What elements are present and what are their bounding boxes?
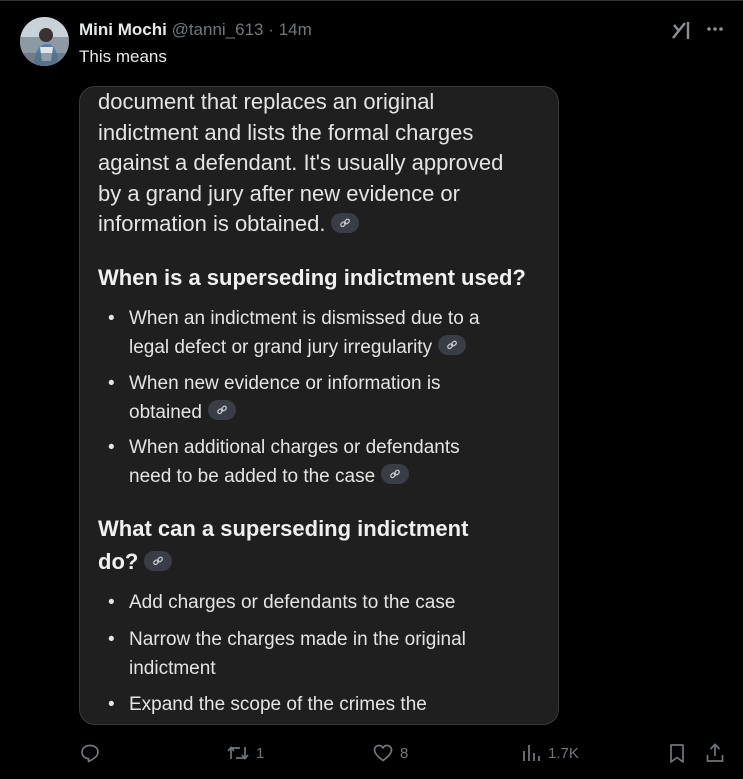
bookmark-icon xyxy=(670,744,684,763)
list-item-line: obtained xyxy=(129,401,202,423)
timestamp[interactable]: 14m xyxy=(279,20,312,39)
heading-line: What can a superseding indictment xyxy=(98,516,469,541)
views-count: 1.7K xyxy=(548,744,579,762)
reply-button[interactable] xyxy=(79,738,107,768)
link-chip-icon xyxy=(331,213,360,234)
retweet-count: 1 xyxy=(256,744,265,762)
link-chip-icon xyxy=(438,335,467,356)
reply-icon xyxy=(81,744,99,763)
paragraph: document that replaces an original indic… xyxy=(98,87,543,240)
retweet-icon xyxy=(227,746,249,760)
like-button[interactable]: 8 xyxy=(372,738,408,768)
more-icon[interactable] xyxy=(704,18,726,40)
list-item-line: need to be added to the case xyxy=(129,465,376,487)
heading-when-used: When is a superseding indictment used? xyxy=(98,265,526,290)
list-item-line: Narrow the charges made in the original xyxy=(129,629,466,650)
views-button[interactable]: 1.7K xyxy=(520,738,579,768)
bullet: • xyxy=(108,694,115,715)
tweet-text: This means xyxy=(79,47,167,66)
heading-what-can-do: What can a superseding indictment do? xyxy=(98,512,543,578)
tweet-header: Mini Mochi @tanni_613 · 14m xyxy=(79,20,312,40)
grok-icon[interactable] xyxy=(670,19,692,41)
bullet: • xyxy=(108,373,115,394)
author-name[interactable]: Mini Mochi xyxy=(79,20,167,39)
separator-dot: · xyxy=(268,20,274,39)
heading-line: do? xyxy=(98,549,139,574)
list-item-line: Add charges or defendants to the case xyxy=(129,592,456,613)
paragraph-line-text: information is obtained. xyxy=(98,211,326,236)
attached-image-card[interactable]: document that replaces an original indic… xyxy=(79,86,559,725)
share-button[interactable] xyxy=(704,738,726,768)
bookmark-button[interactable] xyxy=(666,738,688,768)
list-item-line: legal defect or grand jury irregularity xyxy=(129,336,433,358)
heart-icon xyxy=(373,744,393,762)
paragraph-line: indictment and lists the formal charges xyxy=(98,119,474,145)
top-divider xyxy=(0,0,743,1)
bullet: • xyxy=(108,308,115,329)
tweet-actions: 1 8 1.7K xyxy=(0,738,743,768)
list-item-line: When an indictment is dismissed due to a xyxy=(129,308,480,329)
share-icon xyxy=(706,743,724,762)
list-item-line: Expand the scope of the crimes the xyxy=(129,694,427,715)
paragraph-line: by a grand jury after new evidence or xyxy=(98,180,460,206)
author-handle[interactable]: @tanni_613 xyxy=(172,20,264,39)
paragraph-line: against a defendant. It's usually approv… xyxy=(98,150,504,175)
list-item-line: When additional charges or defendants xyxy=(129,437,460,458)
list-item-line: When new evidence or information is xyxy=(129,373,441,394)
bullet: • xyxy=(108,629,115,650)
views-icon xyxy=(523,745,540,761)
avatar[interactable] xyxy=(20,17,69,66)
retweet-button[interactable]: 1 xyxy=(226,738,264,768)
list-item-line: indictment xyxy=(129,657,216,679)
link-chip-icon xyxy=(207,400,236,421)
paragraph-line: document that replaces an original xyxy=(98,89,435,114)
link-chip-icon xyxy=(144,551,173,572)
paragraph-line: information is obtained. xyxy=(98,209,543,240)
like-count: 8 xyxy=(400,744,409,762)
link-chip-icon xyxy=(381,464,410,485)
bullet: • xyxy=(108,592,115,613)
bullet: • xyxy=(108,437,115,458)
